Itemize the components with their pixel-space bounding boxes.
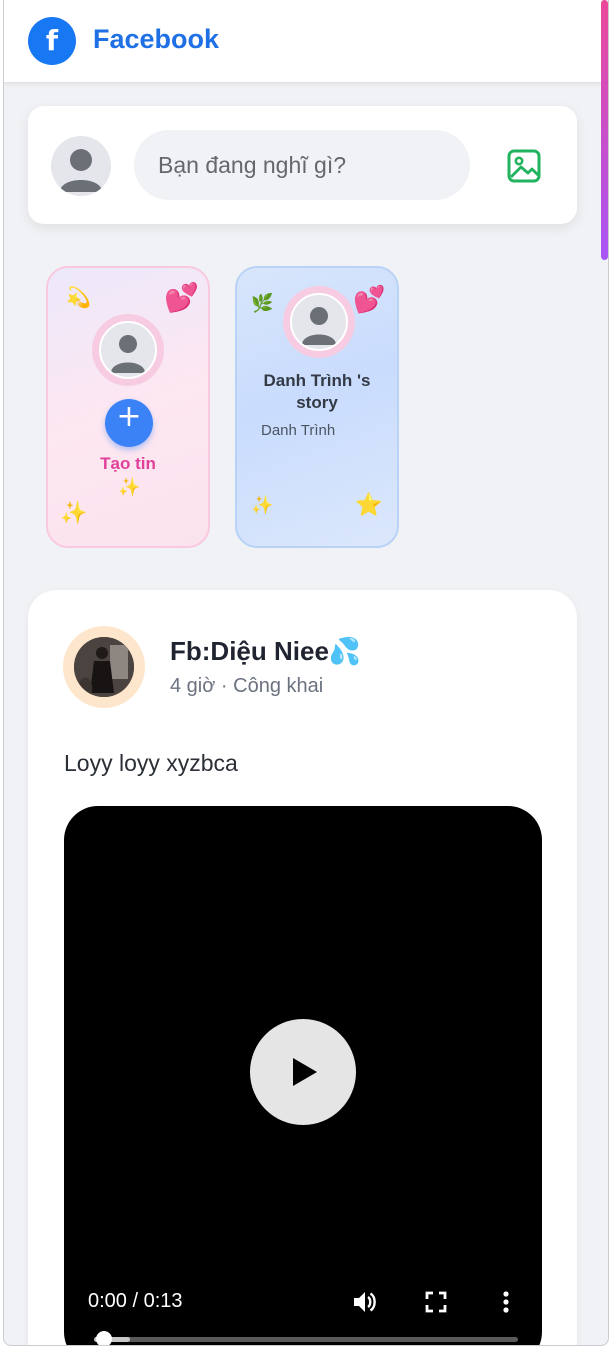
default-avatar-icon <box>111 335 145 373</box>
fullscreen-icon <box>425 1291 447 1313</box>
video-progress-handle[interactable] <box>96 1331 113 1345</box>
author-photo <box>74 637 134 697</box>
play-button[interactable] <box>250 1019 356 1125</box>
video-player[interactable]: 0:00 / 0:13 <box>64 806 542 1345</box>
story-avatar-ring <box>92 314 164 386</box>
dizzy-emoji: 💫 <box>66 287 91 309</box>
hearts-emoji: 💕 <box>353 284 386 314</box>
default-avatar-icon <box>60 149 102 192</box>
sparkles-emoji: ✨ <box>251 495 274 515</box>
story-title: Danh Trình 's story <box>263 371 371 412</box>
create-story-card[interactable]: 💫 💕 + Tạo tin ✨ ✨ <box>46 266 210 548</box>
story-author-avatar <box>290 293 348 351</box>
story-author: Danh Trình <box>261 422 336 439</box>
video-time: 0:00 / 0:13 <box>88 1290 183 1312</box>
post-author-avatar <box>74 637 134 697</box>
herb-emoji: 🌿 <box>251 293 274 313</box>
more-options-button[interactable] <box>492 1288 520 1316</box>
add-photo-button[interactable] <box>504 146 544 186</box>
status-input[interactable] <box>134 130 470 200</box>
scrollbar-thumb[interactable] <box>601 0 608 260</box>
fullscreen-button[interactable] <box>422 1288 450 1316</box>
user-avatar <box>99 321 157 379</box>
image-icon <box>507 149 541 183</box>
post-composer <box>28 106 577 224</box>
app-frame: f Facebook 💫 💕 <box>3 0 609 1346</box>
top-bar: f Facebook <box>4 0 601 83</box>
play-icon <box>293 1058 317 1086</box>
add-story-button[interactable]: + <box>105 399 153 447</box>
video-progress-track[interactable] <box>94 1337 518 1342</box>
more-options-icon <box>503 1291 509 1313</box>
star-emoji: ⭐ <box>355 492 383 517</box>
post-meta: 4 giờ · Công khai <box>170 675 324 697</box>
sparkles-emoji: ✨ <box>60 500 88 525</box>
feed-post: Fb:Diệu Niee💦 4 giờ · Công khai Loyy loy… <box>28 590 577 1345</box>
post-text: Loyy loyy xyzbca <box>64 750 238 776</box>
story-avatar-ring <box>283 286 355 358</box>
sparkles-emoji: ✨ <box>118 477 141 497</box>
post-author-avatar-ring[interactable] <box>63 626 145 708</box>
default-avatar-icon <box>302 307 336 345</box>
volume-icon <box>354 1292 376 1312</box>
hearts-emoji: 💕 <box>164 282 199 313</box>
create-story-label: Tạo tin <box>100 454 156 473</box>
brand-name[interactable]: Facebook <box>93 24 219 55</box>
story-card[interactable]: 🌿 💕 Danh Trình 's story Danh Trình ✨ ⭐ <box>235 266 399 548</box>
post-author-name[interactable]: Fb:Diệu Niee💦 <box>170 636 361 667</box>
volume-button[interactable] <box>351 1288 379 1316</box>
user-avatar[interactable] <box>51 136 111 196</box>
facebook-logo[interactable]: f <box>28 17 76 65</box>
